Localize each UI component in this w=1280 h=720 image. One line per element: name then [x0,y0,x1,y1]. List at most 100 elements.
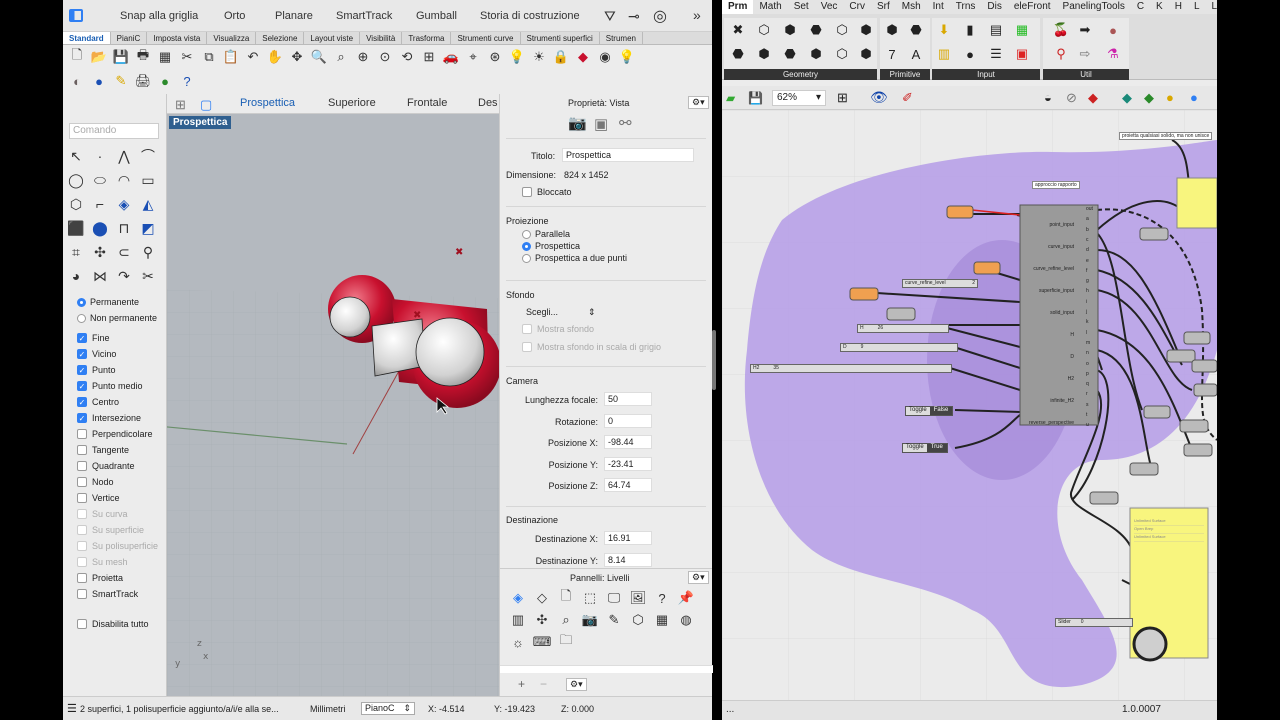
titolo-input[interactable]: Prospettica [562,148,694,162]
history-toggle[interactable]: Storia di costruzione [480,10,580,22]
checkbox[interactable]: ✓ [77,333,87,343]
import-icon[interactable]: ▦ [155,47,175,67]
sphere-render-icon[interactable]: ● [89,71,109,91]
gh-tab-elefront[interactable]: eleFront [1008,0,1057,14]
field-input[interactable]: 16.91 [604,531,652,545]
preview-mode-5-icon[interactable]: ◆ [1144,90,1154,106]
slider-d[interactable]: D9 [840,343,958,352]
open-icon[interactable]: ▰ [726,91,735,105]
fillet-icon[interactable]: ⌐ [89,194,111,214]
button-input-icon[interactable]: ⬇ [934,20,954,40]
panel-toggle-icon[interactable] [69,9,83,22]
layer-options-button[interactable]: ⚙▾ [566,678,587,691]
view-tab-prospettica[interactable]: Prospettica [240,97,295,109]
sphere-icon[interactable]: ⬤ [89,218,111,238]
bloccato-check[interactable] [522,187,532,197]
properties-menu-icon[interactable]: ⚙▾ [688,96,709,109]
cluster-input-label[interactable]: H [1022,332,1074,338]
split-divider[interactable] [712,330,716,390]
four-viewports-icon[interactable]: ⊞ [419,47,439,67]
projection-option[interactable]: Prospettica [522,240,627,252]
select-arrow-icon[interactable]: ↖ [65,146,87,166]
cluster-output-label[interactable]: u [1086,422,1089,428]
tab-standard[interactable]: Standard [63,32,111,44]
hide-icon[interactable]: 💡 [507,47,527,67]
cluster-input-label[interactable]: D [1022,354,1074,360]
tab-layout-viste[interactable]: Layout viste [304,32,361,44]
layer-dropdown[interactable]: PianoC ⇕ [361,702,415,715]
scegli-dropdown[interactable]: Scegli... ⇕ [526,307,596,318]
radio-button[interactable] [522,241,531,251]
search-icon[interactable]: ⌕ [556,611,576,629]
checkbox[interactable] [77,619,87,629]
field-input[interactable]: -98.44 [604,435,652,449]
new-file-icon[interactable]: 🗋 [67,47,87,67]
view-tab-superiore[interactable]: Superiore [328,97,376,109]
checkbox[interactable]: ✓ [77,413,87,423]
snap-item[interactable]: Su polisuperficie [77,538,165,554]
snap-item[interactable]: Perpendicolare [77,426,165,442]
snap-item[interactable]: ✓ Punto [77,362,165,378]
preview-mode-1-icon[interactable]: ◒ [1044,90,1052,105]
snap-item[interactable]: Su mesh [77,554,165,570]
checkbox[interactable]: ✓ [77,381,87,391]
zoom-window-icon[interactable]: ⌕ [331,47,351,67]
snap-item[interactable]: Quadrante [77,458,165,474]
layer-icon[interactable]: ◆ [573,47,593,67]
arc-param-icon[interactable]: ⬣ [780,44,800,64]
snap-item[interactable]: ✓ Punto medio [77,378,165,394]
viewport-title[interactable]: Prospettica [169,116,232,129]
view-tab-destra[interactable]: Des [478,97,498,109]
checkbox[interactable] [77,541,87,551]
field-input[interactable]: 8.14 [604,552,652,567]
preview-mode-3-icon[interactable]: ◆ [1088,90,1098,106]
note-top[interactable]: proietta qualsiasi solido, ma non unisce [1119,132,1213,140]
point-param-icon[interactable]: ⬡ [754,20,774,40]
tab-selezione[interactable]: Selezione [256,32,305,44]
group-label-input[interactable]: Input [932,69,1040,80]
group-label-util[interactable]: Util [1043,69,1129,80]
toggle-input-icon[interactable]: ▮ [960,20,980,40]
cluster-input-label[interactable]: solid_input [1022,310,1074,316]
projection-option[interactable]: Prospettica a due punti [522,252,627,264]
md-slider-icon[interactable]: ☰ [986,44,1006,64]
grasshopper-icon[interactable]: ● [155,71,175,91]
box-param-icon[interactable]: ⬢ [806,44,826,64]
objects-icon[interactable]: ◇ [532,589,552,607]
curve-tool-icon[interactable]: ↷ [113,266,135,286]
tab-imposta-vista[interactable]: Imposta vista [147,32,208,44]
command-input[interactable]: Comando [69,123,159,139]
cluster-output-label[interactable]: q [1086,381,1089,387]
checkbox[interactable] [77,589,87,599]
radio-button[interactable] [77,313,86,323]
pencil-icon[interactable]: ✎ [604,611,624,629]
sketch-icon[interactable]: ✐ [902,90,913,106]
cluster-output-label[interactable]: l [1086,330,1087,336]
gh-tab-c[interactable]: C [1131,0,1150,14]
snap-item[interactable]: Nodo [77,474,165,490]
grey-param[interactable] [1183,331,1211,345]
notes-icon[interactable]: ▥ [508,611,528,629]
toggle-icon[interactable]: ⊸ [628,8,640,25]
checkbox[interactable]: ✓ [77,349,87,359]
yellow-panel-top[interactable] [1176,177,1217,229]
snap-item[interactable]: Vertice [77,490,165,506]
cluster-output-label[interactable]: d [1086,247,1089,253]
tab-strumenti-superfici[interactable]: Strumenti superfici [521,32,600,44]
add-layer-button[interactable]: + [518,677,525,691]
cluster-output-label[interactable]: out [1086,206,1093,212]
gh-tab-vec[interactable]: Vec [815,0,844,14]
value-list-icon[interactable]: ● [960,44,980,64]
units-label[interactable]: Millimetri [310,704,346,714]
tab-trasforma[interactable]: Trasforma [402,32,452,44]
data-dam-icon[interactable]: ⇨ [1075,44,1095,64]
gh-tab-crv[interactable]: Crv [843,0,871,14]
cylinder-icon[interactable]: ⊓ [113,218,135,238]
checkbox[interactable]: ✓ [77,397,87,407]
surface-icon[interactable]: ◈ [113,194,135,214]
radio-button[interactable] [522,253,531,263]
keyboard-icon[interactable]: ⌨ [532,633,552,651]
field-input[interactable]: 64.74 [604,478,652,492]
snap-item[interactable]: Proietta [77,570,165,586]
tab-strumen[interactable]: Strumen [600,32,643,44]
